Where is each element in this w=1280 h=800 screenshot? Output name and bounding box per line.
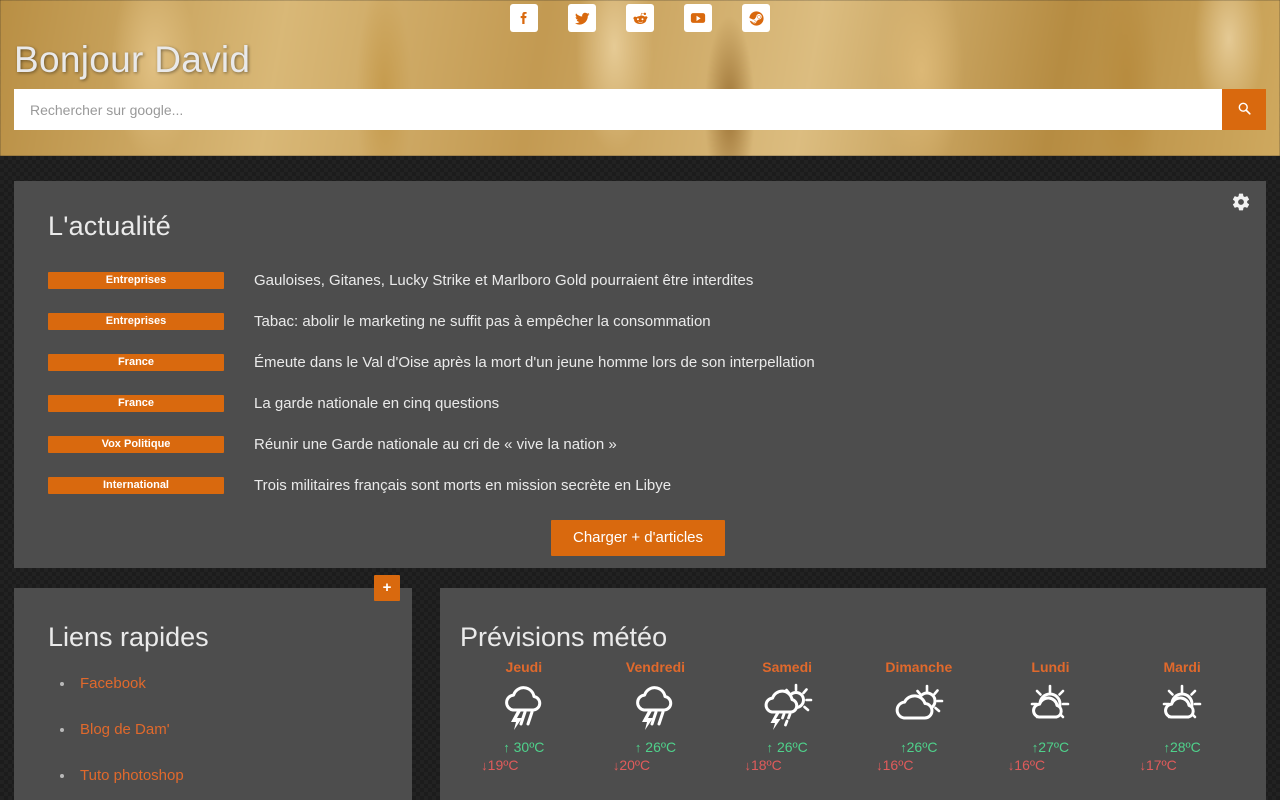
sun-small-cloud-icon [1117,681,1247,733]
news-category-badge[interactable]: Entreprises [48,313,224,330]
bottom-row: + Liens rapides Facebook Blog de Dam' Tu… [14,575,1266,800]
weather-day-name: Jeudi [505,659,543,675]
weather-day-name: Samedi [762,659,813,675]
search-icon [1237,101,1252,119]
weather-low-value: 17ºC [1145,757,1177,773]
news-title: L'actualité [48,211,171,241]
search-button[interactable] [1222,89,1266,130]
news-headline[interactable]: Gauloises, Gitanes, Lucky Strike et Marl… [254,272,753,289]
weather-low: ↓19ºC [435,757,565,773]
load-more-articles-button[interactable]: Charger + d'articles [550,520,725,556]
sun-cloud-thunderstorm-icon [722,681,852,733]
weather-high-value: 27ºC [1038,739,1070,755]
reddit-icon[interactable] [626,4,654,32]
load-more-container: Charger + d'articles [34,520,1242,556]
weather-high: ↑ 30ºC [459,739,589,755]
news-row: France La garde nationale en cinq questi… [34,383,1242,424]
gear-icon [1231,192,1251,217]
news-row: France Émeute dans le Val d'Oise après l… [34,342,1242,383]
quick-links-list: Facebook Blog de Dam' Tuto photoshop [34,661,392,799]
weather-low: ↓20ºC [566,757,696,773]
sun-small-cloud-icon [985,681,1115,733]
up-arrow-icon: ↑ [503,740,510,755]
weather-day: Dimanche ↑26ºC ↓16ºC [854,659,984,773]
news-row: Entreprises Gauloises, Gitanes, Lucky St… [34,260,1242,301]
quick-link[interactable]: Blog de Dam' [80,721,170,738]
news-category-badge[interactable]: France [48,354,224,371]
page-header: Bonjour David [0,0,1280,156]
thunderstorm-rain-icon [590,681,720,733]
weather-high: ↑ 26ºC [590,739,720,755]
news-category-badge[interactable]: Entreprises [48,272,224,289]
weather-high-value: 26ºC [906,739,938,755]
weather-day: Lundi ↑27ºC ↓16ºC [985,659,1115,773]
news-settings-button[interactable] [1230,193,1252,215]
news-category-badge[interactable]: France [48,395,224,412]
weather-day-name: Vendredi [625,659,686,675]
weather-high: ↑28ºC [1117,739,1247,755]
weather-day-name: Mardi [1163,659,1201,675]
weather-low: ↓16ºC [961,757,1091,773]
main-content: L'actualité Entreprises Gauloises, Gitan… [0,181,1280,800]
twitter-icon[interactable] [568,4,596,32]
sun-cloud-icon [854,681,984,733]
weather-low: ↓16ºC [830,757,960,773]
weather-low-value: 20ºC [619,757,651,773]
weather-day: Samedi ↑ 26ºC ↓18ºC [722,659,852,773]
facebook-icon[interactable] [510,4,538,32]
list-item: Tuto photoshop [60,753,392,799]
social-links-bar [0,4,1280,32]
weather-low-value: 18ºC [750,757,782,773]
steam-icon[interactable] [742,4,770,32]
news-headline[interactable]: Réunir une Garde nationale au cri de « v… [254,436,617,453]
weather-title: Prévisions météo [460,622,668,652]
page-title: Bonjour David [14,39,251,80]
news-category-badge[interactable]: International [48,477,224,494]
list-item: Blog de Dam' [60,707,392,753]
news-headline[interactable]: Trois militaires français sont morts en … [254,477,671,494]
search-input[interactable] [14,89,1222,130]
weather-low-value: 16ºC [882,757,914,773]
weather-high-value: 26ºC [645,739,677,755]
weather-high: ↑ 26ºC [722,739,852,755]
news-headline[interactable]: La garde nationale en cinq questions [254,395,499,412]
weather-day-name: Dimanche [885,659,953,675]
up-arrow-icon: ↑ [634,740,642,755]
news-headline[interactable]: Tabac: abolir le marketing ne suffit pas… [254,313,711,330]
weather-low-value: 16ºC [1014,757,1046,773]
news-row: International Trois militaires français … [34,465,1242,506]
weather-high-value: 28ºC [1169,739,1201,755]
news-list: Entreprises Gauloises, Gitanes, Lucky St… [34,260,1242,506]
news-row: Vox Politique Réunir une Garde nationale… [34,424,1242,465]
up-arrow-icon: ↑ [766,740,774,755]
quick-links-panel: + Liens rapides Facebook Blog de Dam' Tu… [14,575,412,800]
weather-high: ↑27ºC [985,739,1115,755]
news-headline[interactable]: Émeute dans le Val d'Oise après la mort … [254,354,815,371]
thunderstorm-rain-icon [459,681,589,733]
weather-day-name: Lundi [1031,659,1070,675]
weather-high-value: 30ºC [513,739,545,755]
weather-day: Jeudi ↑ 30ºC ↓19ºC [459,659,589,773]
list-item: Facebook [60,661,392,707]
weather-high-value: 26ºC [776,739,808,755]
news-panel: L'actualité Entreprises Gauloises, Gitan… [14,181,1266,568]
quick-link[interactable]: Facebook [80,675,146,692]
weather-low: ↓17ºC [1093,757,1223,773]
weather-forecast-grid: Jeudi ↑ 30ºC ↓19ºC Vendredi ↑ 26ºC ↓20ºC… [458,659,1248,773]
weather-day: Mardi ↑28ºC ↓17ºC [1117,659,1247,773]
weather-low: ↓18ºC [698,757,828,773]
weather-day: Vendredi ↑ 26ºC ↓20ºC [590,659,720,773]
news-category-badge[interactable]: Vox Politique [48,436,224,453]
youtube-icon[interactable] [684,4,712,32]
weather-high: ↑26ºC [854,739,984,755]
weather-panel: Prévisions météo Jeudi ↑ 30ºC ↓19ºC Vend… [440,588,1266,800]
quick-links-title: Liens rapides [48,622,209,652]
quick-link[interactable]: Tuto photoshop [80,767,184,784]
weather-low-value: 19ºC [487,757,519,773]
search-bar [14,89,1266,130]
news-row: Entreprises Tabac: abolir le marketing n… [34,301,1242,342]
add-quick-link-button[interactable]: + [374,575,400,601]
